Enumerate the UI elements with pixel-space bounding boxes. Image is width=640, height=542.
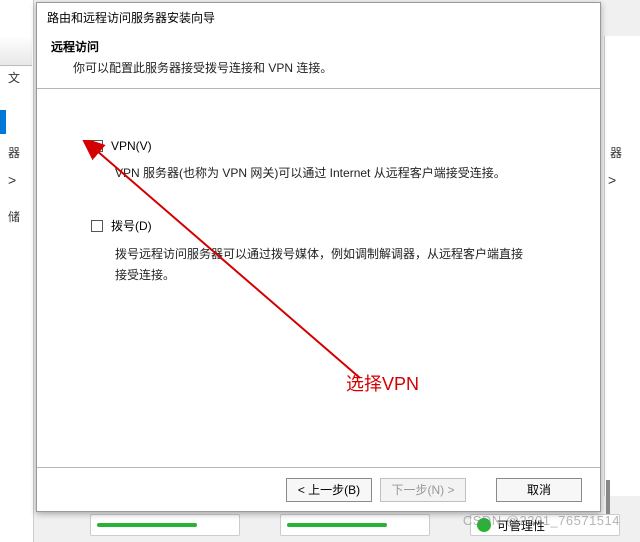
status-bar-icon <box>97 523 197 527</box>
status-bar-icon <box>287 523 387 527</box>
status-card <box>280 514 430 536</box>
background-toolbar-strip <box>0 36 32 66</box>
option-vpn: VPN(V) VPN 服务器(也称为 VPN 网关)可以通过 Internet … <box>91 139 570 183</box>
option-dial: 拨号(D) 拨号远程访问服务器可以通过拨号媒体，例如调制解调器，从远程客户端直接… <box>91 217 570 285</box>
status-card <box>90 514 240 536</box>
watermark-text: CSDN @2301_76571514 <box>463 513 620 528</box>
vpn-label[interactable]: VPN(V) <box>111 139 152 153</box>
background-label-qi: 器 <box>8 144 28 161</box>
vpn-checkbox[interactable] <box>91 140 103 152</box>
dialog-header-title: 远程访问 <box>51 38 586 55</box>
dialog-title: 路由和远程访问服务器安装向导 <box>37 3 600 30</box>
dial-checkbox[interactable] <box>91 220 103 232</box>
background-right-chevron-icon: > <box>608 172 628 188</box>
dialog-footer: < 上一步(B) 下一步(N) > 取消 <box>37 467 600 511</box>
vpn-description: VPN 服务器(也称为 VPN 网关)可以通过 Internet 从远程客户端接… <box>91 163 531 183</box>
background-selection-marker <box>0 110 6 134</box>
dialog-header-subtitle: 你可以配置此服务器接受拨号连接和 VPN 连接。 <box>51 59 586 76</box>
background-label-chu: 储 <box>8 208 28 225</box>
annotation-text: 选择VPN <box>346 370 419 396</box>
dialog-body: VPN(V) VPN 服务器(也称为 VPN 网关)可以通过 Internet … <box>37 89 600 451</box>
background-right-label-qi: 器 <box>610 144 630 161</box>
wizard-dialog: 路由和远程访问服务器安装向导 远程访问 你可以配置此服务器接受拨号连接和 VPN… <box>36 2 601 512</box>
background-right-pane <box>604 36 640 496</box>
dial-description: 拨号远程访问服务器可以通过拨号媒体，例如调制解调器，从远程客户端直接接受连接。 <box>91 244 531 285</box>
next-button: 下一步(N) > <box>380 478 466 502</box>
dialog-header: 远程访问 你可以配置此服务器接受拨号连接和 VPN 连接。 <box>37 30 600 89</box>
background-chevron-icon: > <box>8 172 28 188</box>
cancel-button[interactable]: 取消 <box>496 478 582 502</box>
back-button[interactable]: < 上一步(B) <box>286 478 372 502</box>
background-label-wen: 文 <box>0 66 32 90</box>
dial-label[interactable]: 拨号(D) <box>111 217 152 234</box>
